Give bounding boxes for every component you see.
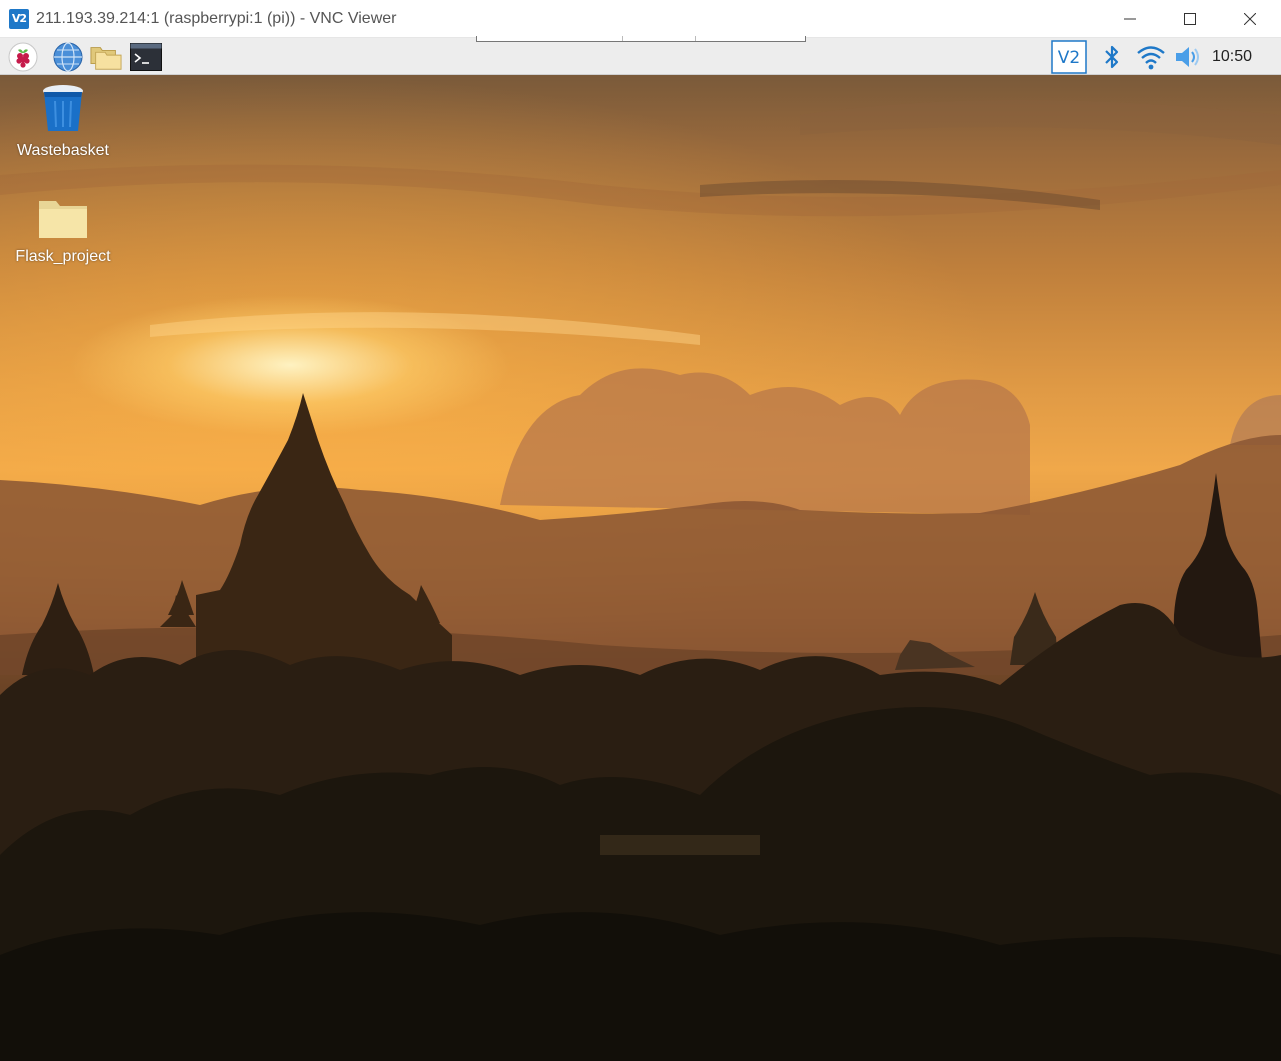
desktop-icon-wastebasket[interactable]: Wastebasket xyxy=(13,83,113,160)
vnc-toolbar-handle[interactable] xyxy=(476,36,806,42)
desktop-icon-label: Flask_project xyxy=(15,248,111,265)
web-browser-button[interactable] xyxy=(52,41,84,73)
maximize-icon xyxy=(1184,13,1196,25)
vnc-tray-icon: V2 xyxy=(1051,40,1087,74)
wifi-tray-button[interactable] xyxy=(1135,41,1167,73)
volume-icon xyxy=(1176,47,1199,67)
bluetooth-icon xyxy=(1105,45,1119,69)
close-button[interactable] xyxy=(1220,0,1280,38)
desktop-panel: V2 10:50 xyxy=(0,38,1281,75)
file-manager-button[interactable] xyxy=(90,41,122,73)
trash-bin-icon xyxy=(43,85,83,131)
maximize-button[interactable] xyxy=(1160,0,1220,38)
minimize-icon xyxy=(1124,18,1136,20)
raspberry-menu-button[interactable] xyxy=(7,41,39,73)
desktop-wallpaper[interactable]: Wastebasket Flask_project xyxy=(0,75,1281,1061)
close-icon xyxy=(1244,13,1256,25)
vnc-viewer-logo-icon: V2 xyxy=(9,9,29,29)
panel-clock[interactable]: 10:50 xyxy=(1212,48,1252,66)
sunset-temples-wallpaper xyxy=(0,100,1281,1061)
wifi-icon xyxy=(1137,46,1165,70)
bluetooth-tray-button[interactable] xyxy=(1096,41,1128,73)
desktop-icon-flask-project[interactable]: Flask_project xyxy=(13,197,113,266)
vnc-badge-text: V2 xyxy=(1058,48,1080,68)
raspberry-icon xyxy=(8,42,38,72)
terminal-button[interactable] xyxy=(130,41,162,73)
terminal-icon xyxy=(130,43,162,71)
desktop-icon-label: Wastebasket xyxy=(17,142,109,159)
vnc-server-tray-button[interactable]: V2 xyxy=(1051,40,1087,74)
folder-icon xyxy=(39,201,87,238)
folders-icon xyxy=(90,47,122,70)
volume-tray-button[interactable] xyxy=(1172,41,1204,73)
minimize-button[interactable] xyxy=(1100,0,1160,38)
globe-icon xyxy=(53,42,83,72)
window-title-bar[interactable]: V2 211.193.39.214:1 (raspberrypi:1 (pi))… xyxy=(0,0,1281,38)
window-title: 211.193.39.214:1 (raspberrypi:1 (pi)) - … xyxy=(36,10,397,27)
